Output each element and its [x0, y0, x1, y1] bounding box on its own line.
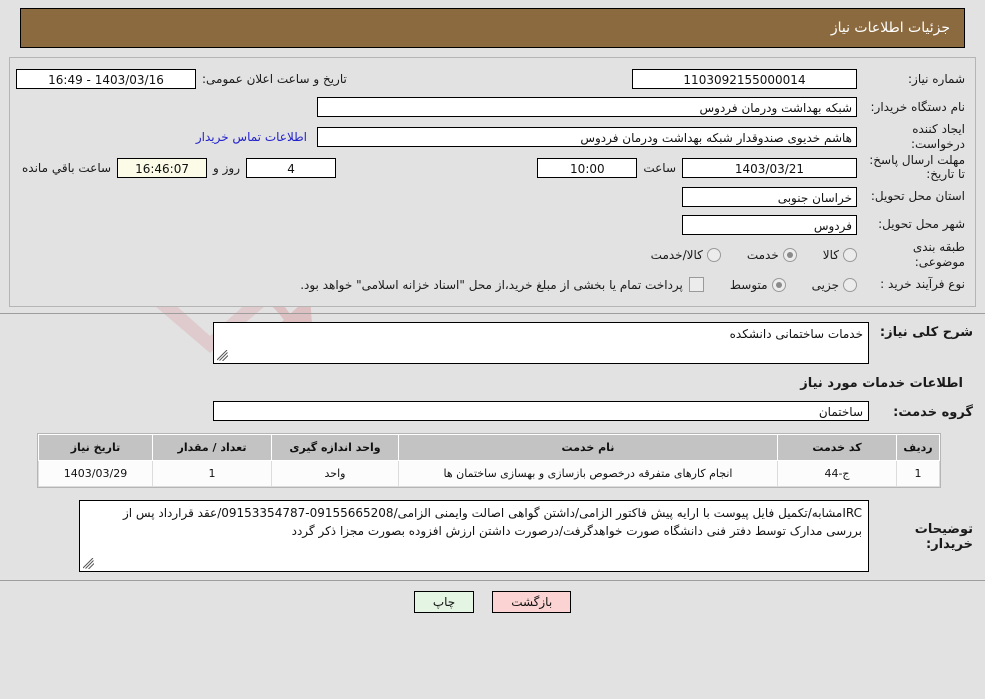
row-deadline: مهلت ارسال پاسخ: تا تاریخ: 1403/03/21 سا…: [16, 153, 965, 182]
need-info-panel: شماره نیاز: 1103092155000014 تاریخ و ساع…: [9, 57, 976, 307]
column-header-name: نام خدمت: [398, 433, 778, 461]
category-option-0[interactable]: کالا: [822, 247, 857, 262]
items-table-head: ردیف کد خدمت نام خدمت واحد اندازه گیری ت…: [38, 433, 940, 461]
print-button[interactable]: چاپ: [413, 590, 475, 613]
city-field[interactable]: فردوس: [682, 214, 857, 235]
row-city: شهر محل تحویل: فردوس: [16, 212, 965, 238]
general-description-textarea[interactable]: خدمات ساختمانی دانشکده: [213, 321, 869, 364]
row-buyer-org: نام دستگاه خریدار: شبکه بهداشت ودرمان فر…: [16, 94, 965, 120]
label-requester: ایجاد کننده درخواست:: [911, 122, 965, 151]
public-announce-field[interactable]: 1403/03/16 - 16:49: [16, 69, 196, 89]
page-header: جزئیات اطلاعات نیاز: [20, 8, 965, 48]
service-group-field[interactable]: ساختمان: [213, 400, 869, 421]
label-process-type: نوع فرآیند خرید :: [880, 277, 965, 292]
remaining-days-field: 4: [246, 157, 337, 178]
cell-code: ج-44: [777, 459, 897, 487]
checkbox-icon-treasury[interactable]: [688, 277, 704, 293]
resize-grip-icon[interactable]: [217, 349, 228, 361]
label-city: شهر محل تحویل:: [878, 217, 965, 232]
label-buyer-notes: توضیحات خریدار:: [914, 521, 973, 552]
label-category: طبقه بندی موضوعی:: [912, 239, 965, 269]
row-need-number: شماره نیاز: 1103092155000014 تاریخ و ساع…: [16, 66, 965, 92]
category-option-0-label: کالا: [822, 247, 839, 262]
label-remaining-word: ساعت باقي مانده: [22, 160, 112, 175]
label-day-and: روز و: [213, 160, 241, 175]
row-province: استان محل تحویل: خراسان جنوبی: [16, 184, 965, 210]
radio-icon-khedmat[interactable]: [782, 247, 797, 262]
buyer-contact-link[interactable]: اطلاعات تماس خریدار: [186, 130, 317, 144]
label-buyer-org: نام دستگاه خریدار:: [870, 99, 966, 114]
label-public-announce: تاریخ و ساعت اعلان عمومی:: [202, 72, 347, 86]
row-category: طبقه بندی موضوعی: کالا خدمت کالا/خدمت: [16, 240, 965, 270]
items-table-body: 1 ج-44 انجام کارهای متفرقه درخصوص بازساز…: [38, 459, 940, 487]
label-province: استان محل تحویل:: [870, 189, 965, 204]
label-service-group: گروه خدمت:: [893, 404, 973, 420]
cell-date: 1403/03/29: [38, 459, 153, 487]
cell-unit: واحد: [271, 459, 399, 487]
process-option-0[interactable]: جزیی: [811, 277, 857, 292]
treasury-note-checkbox-group[interactable]: پرداخت تمام یا بخشی از مبلغ خرید،از محل …: [300, 277, 704, 293]
column-header-code: کد خدمت: [777, 433, 897, 461]
category-option-1[interactable]: خدمت: [746, 247, 797, 262]
general-description-value: خدمات ساختمانی دانشکده: [729, 326, 863, 341]
row-service-group: گروه خدمت: ساختمان: [12, 400, 973, 421]
row-process-type: نوع فرآیند خرید : جزیی متوسط پرداخت تمام…: [16, 272, 965, 298]
radio-icon-kala[interactable]: [843, 247, 857, 262]
column-header-unit: واحد اندازه گیری: [271, 433, 399, 461]
requester-field[interactable]: هاشم خدیوی صندوقدار شبکه بهداشت ودرمان ف…: [317, 127, 857, 147]
label-general-description: شرح کلی نیاز:: [879, 324, 973, 340]
category-option-2[interactable]: کالا/خدمت: [650, 247, 721, 262]
column-header-date: تاریخ نیاز: [38, 433, 153, 461]
column-header-radif: ردیف: [896, 433, 940, 461]
buyer-notes-value: IRCمشابه/تکمیل فایل پیوست با ارایه پیش ف…: [122, 505, 862, 539]
label-need-number: شماره نیاز:: [908, 71, 965, 86]
cell-radif: 1: [896, 459, 940, 487]
need-number-field[interactable]: 1103092155000014: [632, 69, 857, 89]
column-header-qty: تعداد / مقدار: [152, 433, 272, 461]
row-buyer-notes: توضیحات خریدار: IRCمشابه/تکمیل فایل پیوس…: [12, 499, 973, 572]
page-title: جزئیات اطلاعات نیاز: [830, 20, 950, 36]
province-field[interactable]: خراسان جنوبی: [682, 186, 857, 207]
buyer-org-field[interactable]: شبکه بهداشت ودرمان فردوس: [317, 97, 857, 117]
category-option-1-label: خدمت: [746, 247, 779, 262]
radio-icon-motavaset[interactable]: [771, 277, 786, 292]
items-table-header-row: ردیف کد خدمت نام خدمت واحد اندازه گیری ت…: [38, 433, 940, 461]
process-option-1-label: متوسط: [729, 277, 768, 292]
items-table: ردیف کد خدمت نام خدمت واحد اندازه گیری ت…: [38, 433, 940, 487]
buyer-notes-textarea[interactable]: IRCمشابه/تکمیل فایل پیوست با ارایه پیش ف…: [79, 499, 869, 572]
remaining-time-field: 16:46:07: [117, 157, 208, 178]
table-row: 1 ج-44 انجام کارهای متفرقه درخصوص بازساز…: [38, 459, 940, 487]
items-table-wrapper: ردیف کد خدمت نام خدمت واحد اندازه گیری ت…: [37, 432, 941, 488]
page-root: جزئیات اطلاعات نیاز شماره نیاز: 11030921…: [0, 8, 985, 613]
row-general-description: شرح کلی نیاز: خدمات ساختمانی دانشکده: [12, 321, 973, 364]
cell-qty: 1: [152, 459, 272, 487]
resize-grip-icon-notes[interactable]: [83, 557, 94, 569]
row-requester: ایجاد کننده درخواست: هاشم خدیوی صندوقدار…: [16, 122, 965, 152]
footer-buttons: بازگشت چاپ: [0, 581, 985, 613]
services-section-title: اطلاعات خدمات مورد نیاز: [800, 375, 963, 391]
cell-name: انجام کارهای متفرقه درخصوص بازسازی و بهس…: [398, 459, 778, 487]
description-section: شرح کلی نیاز: خدمات ساختمانی دانشکده اطل…: [0, 314, 985, 421]
radio-icon-jozei[interactable]: [843, 277, 857, 292]
label-hour-word: ساعت: [643, 160, 676, 175]
deadline-time-field[interactable]: 10:00: [537, 157, 638, 178]
label-deadline: مهلت ارسال پاسخ: تا تاریخ:: [869, 153, 965, 181]
deadline-date-field[interactable]: 1403/03/21: [682, 157, 857, 178]
treasury-note-label: پرداخت تمام یا بخشی از مبلغ خرید،از محل …: [300, 277, 683, 292]
back-button[interactable]: بازگشت: [492, 590, 572, 613]
category-option-2-label: کالا/خدمت: [650, 247, 703, 262]
radio-icon-kala-khedmat[interactable]: [706, 247, 721, 262]
process-option-0-label: جزیی: [811, 277, 839, 292]
process-option-1[interactable]: متوسط: [729, 277, 786, 292]
